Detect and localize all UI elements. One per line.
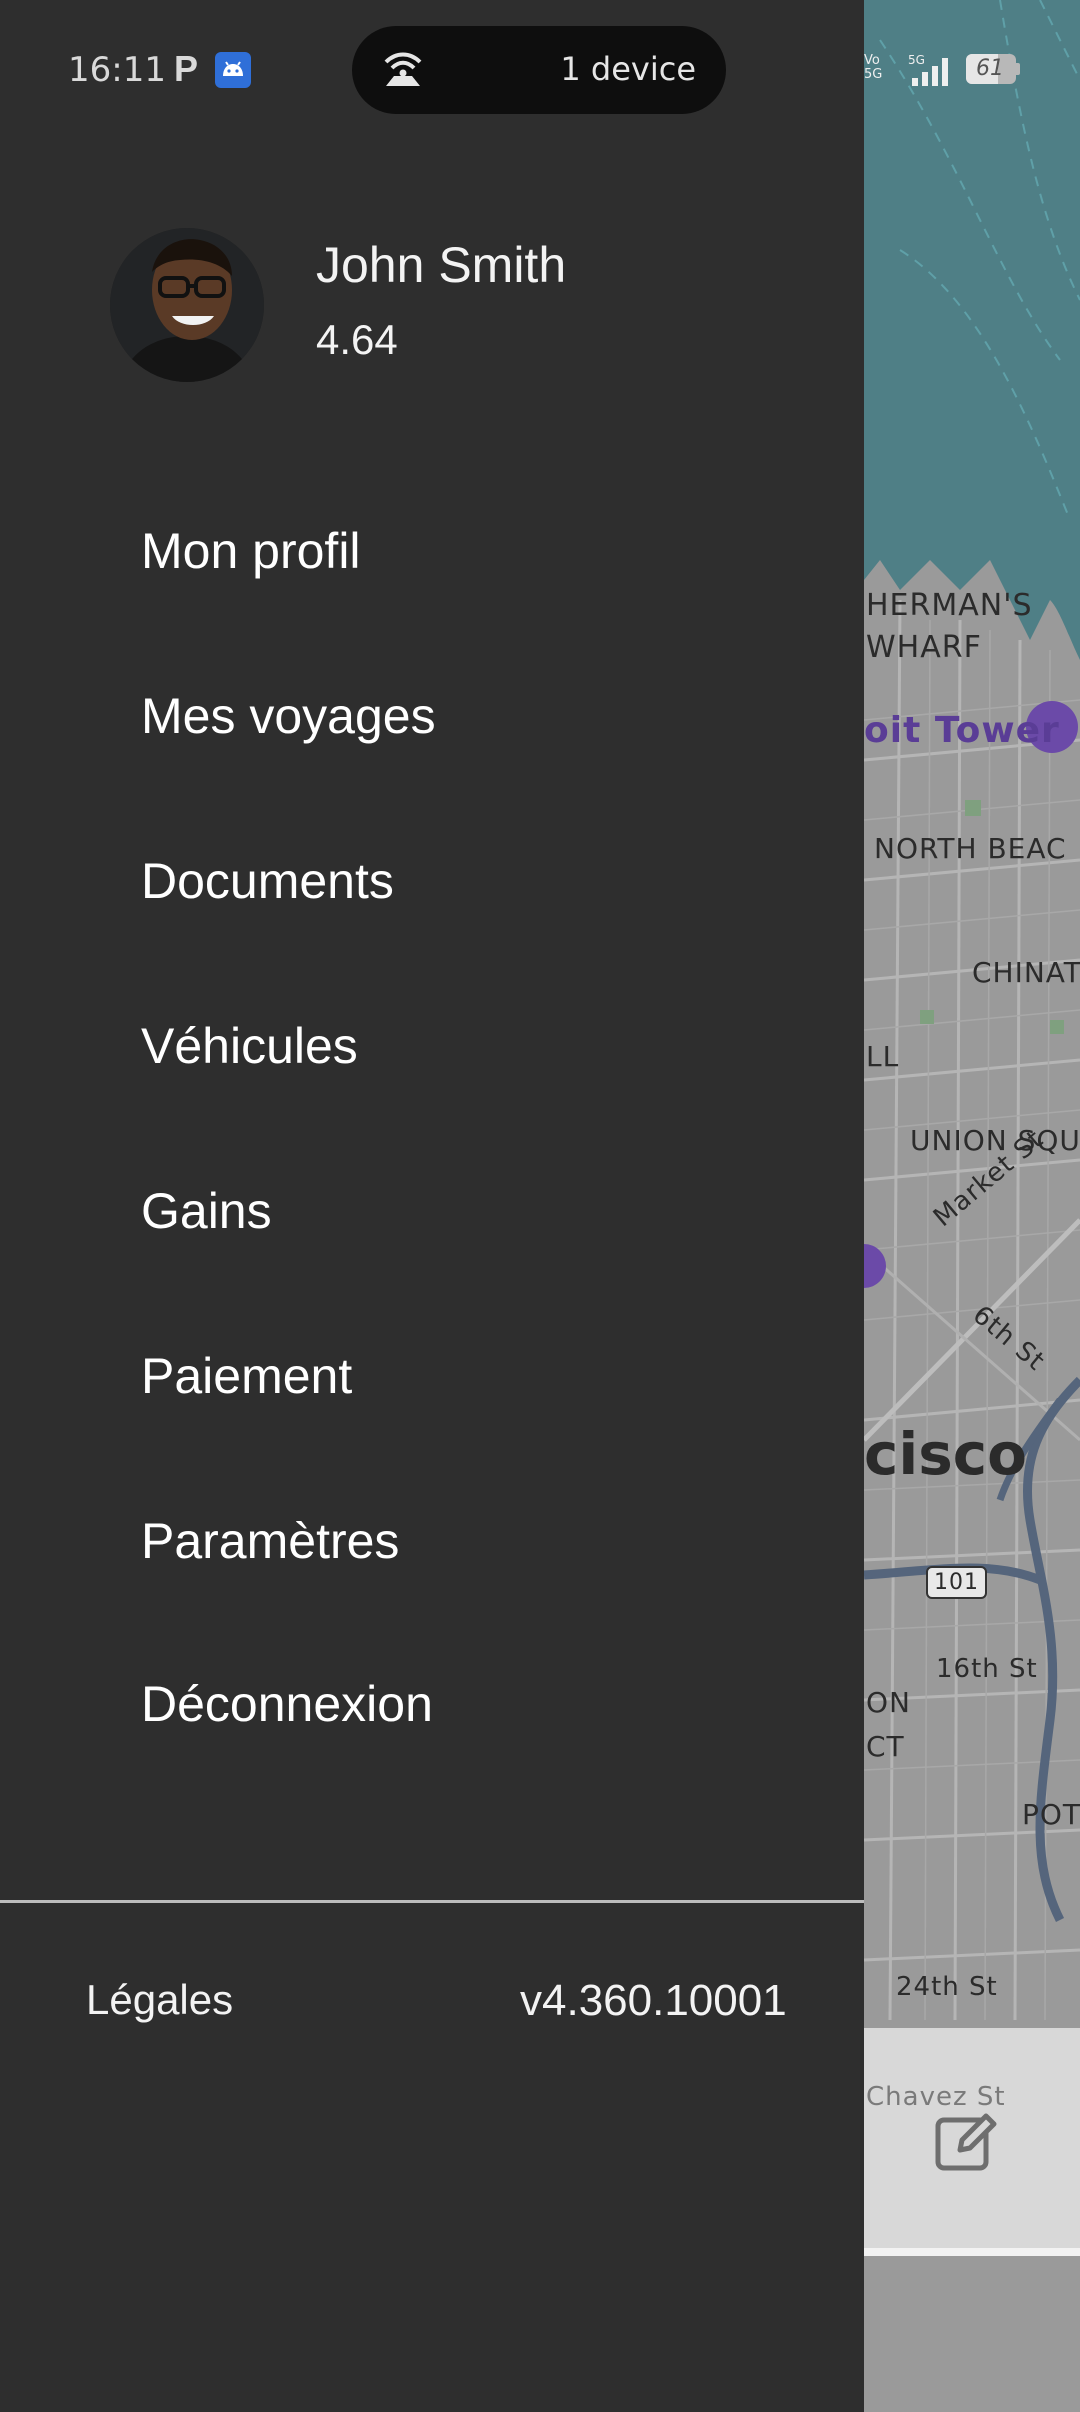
menu-item-vehicles[interactable]: Véhicules <box>141 1017 358 1075</box>
edit-icon[interactable] <box>932 2106 1002 2176</box>
user-rating: 4.64 <box>316 316 398 363</box>
menu-item-my-trips[interactable]: Mes voyages <box>141 687 436 745</box>
map-label-16th-st: 16th St <box>936 1654 1038 1684</box>
map-label-ll: LL <box>866 1040 900 1073</box>
hotspot-pill[interactable]: 1 device <box>352 26 726 114</box>
map-label-chinatown: CHINAT <box>972 956 1080 989</box>
map-label-fishermans-wharf: HERMAN'S <box>866 588 1033 623</box>
map-label-city: cisco <box>864 1420 1028 1488</box>
map-label-on: ON <box>866 1686 911 1719</box>
svg-text:5G: 5G <box>908 53 925 67</box>
menu-item-documents[interactable]: Documents <box>141 852 394 910</box>
map-label-24th-st: 24th St <box>896 1972 998 2002</box>
map-label-pot: POT <box>1022 1798 1080 1831</box>
android-icon <box>215 52 251 88</box>
menu-item-earnings[interactable]: Gains <box>141 1182 272 1240</box>
notification-p-icon: P <box>174 48 199 89</box>
menu-item-settings[interactable]: Paramètres <box>141 1512 399 1570</box>
volte-indicator: Vo 5G <box>864 53 883 82</box>
footer-divider <box>0 1900 864 1903</box>
map-label-coit-tower: oit Tower <box>864 710 1060 751</box>
app-version: v4.360.10001 <box>520 1976 787 2025</box>
hotspot-icon <box>380 48 426 93</box>
hotspot-device-count: 1 device <box>560 50 696 88</box>
map-label-highway-101: 101 <box>926 1566 987 1599</box>
battery-icon: 61 <box>966 54 1020 84</box>
map-label-wharf: WHARF <box>866 630 982 665</box>
map-label-north-beach: NORTH BEAC <box>874 832 1067 865</box>
map-label-ct: CT <box>866 1730 905 1763</box>
menu-item-payment[interactable]: Paiement <box>141 1347 352 1405</box>
avatar[interactable] <box>110 228 264 382</box>
battery-level: 61 <box>976 56 1004 81</box>
user-name: John Smith <box>316 237 567 293</box>
navigation-drawer: 16:11 P 1 device John Smith 4.64 Mon pro… <box>0 0 864 2412</box>
menu-item-logout[interactable]: Déconnexion <box>141 1675 433 1733</box>
legal-link[interactable]: Légales <box>86 1976 233 2024</box>
status-time: 16:11 <box>68 50 166 90</box>
menu-item-my-profile[interactable]: Mon profil <box>141 522 361 580</box>
